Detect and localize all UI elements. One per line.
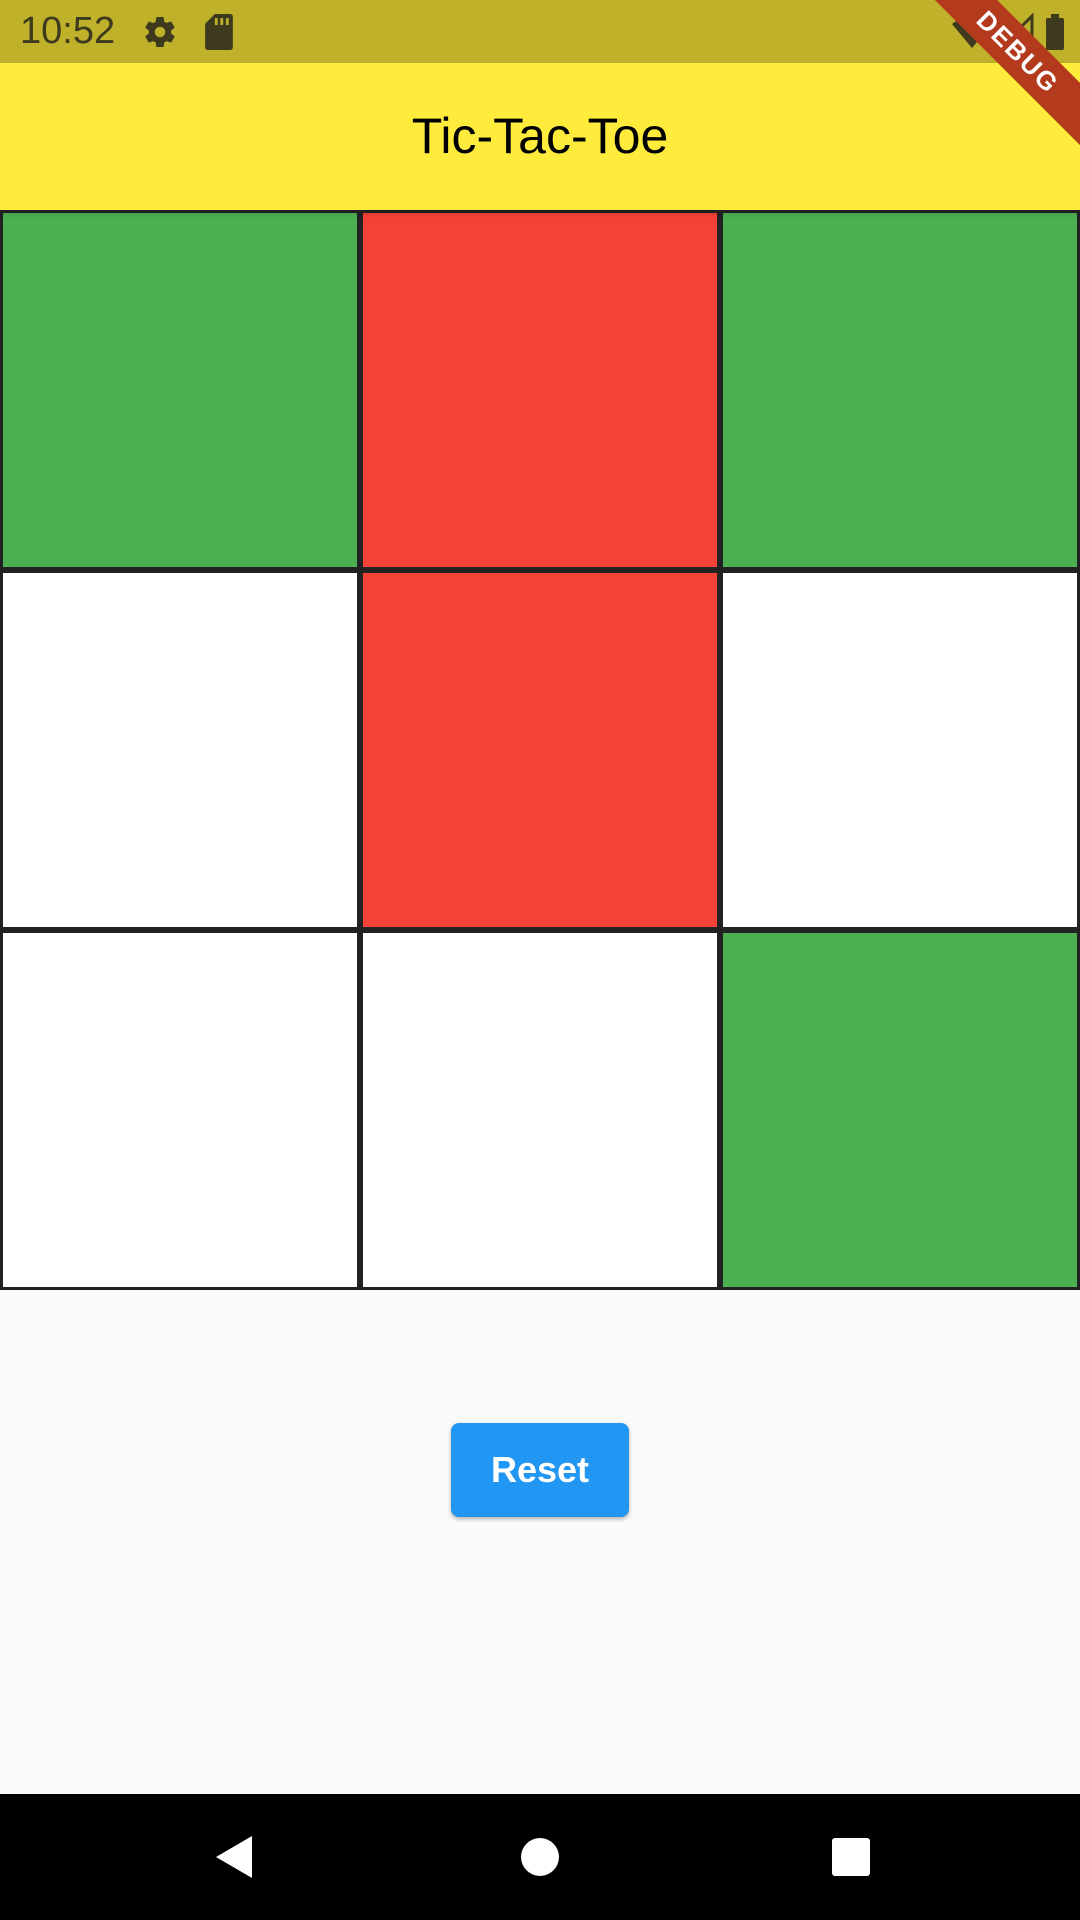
page-title: Tic-Tac-Toe: [411, 108, 669, 164]
gear-icon: [145, 17, 175, 48]
sd-card-icon: [205, 14, 233, 50]
board-cell-1-1[interactable]: [360, 570, 720, 930]
board-cell-2-0[interactable]: [0, 930, 360, 1290]
board-cell-0-2[interactable]: [720, 210, 1080, 570]
board-cell-2-2[interactable]: [720, 930, 1080, 1290]
board-cell-1-2[interactable]: [720, 570, 1080, 930]
status-time: 10:52: [20, 10, 116, 52]
board-cell-1-0[interactable]: [0, 570, 360, 930]
app-bar: Tic-Tac-Toe: [0, 63, 1080, 210]
screen: 10:52 Tic-Tac-Toe DEBUG Reset: [0, 0, 1080, 1920]
navigation-bar: [0, 1794, 1080, 1920]
board-cell-2-1[interactable]: [360, 930, 720, 1290]
status-bar: 10:52: [0, 0, 1080, 63]
reset-button[interactable]: Reset: [451, 1423, 629, 1517]
board-cell-0-1[interactable]: [360, 210, 720, 570]
board-cell-0-0[interactable]: [0, 210, 360, 570]
home-icon[interactable]: [505, 1824, 575, 1890]
game-board: [0, 210, 1080, 1290]
back-icon[interactable]: [200, 1824, 270, 1890]
recents-icon[interactable]: [816, 1824, 886, 1890]
battery-icon: [1046, 18, 1064, 50]
